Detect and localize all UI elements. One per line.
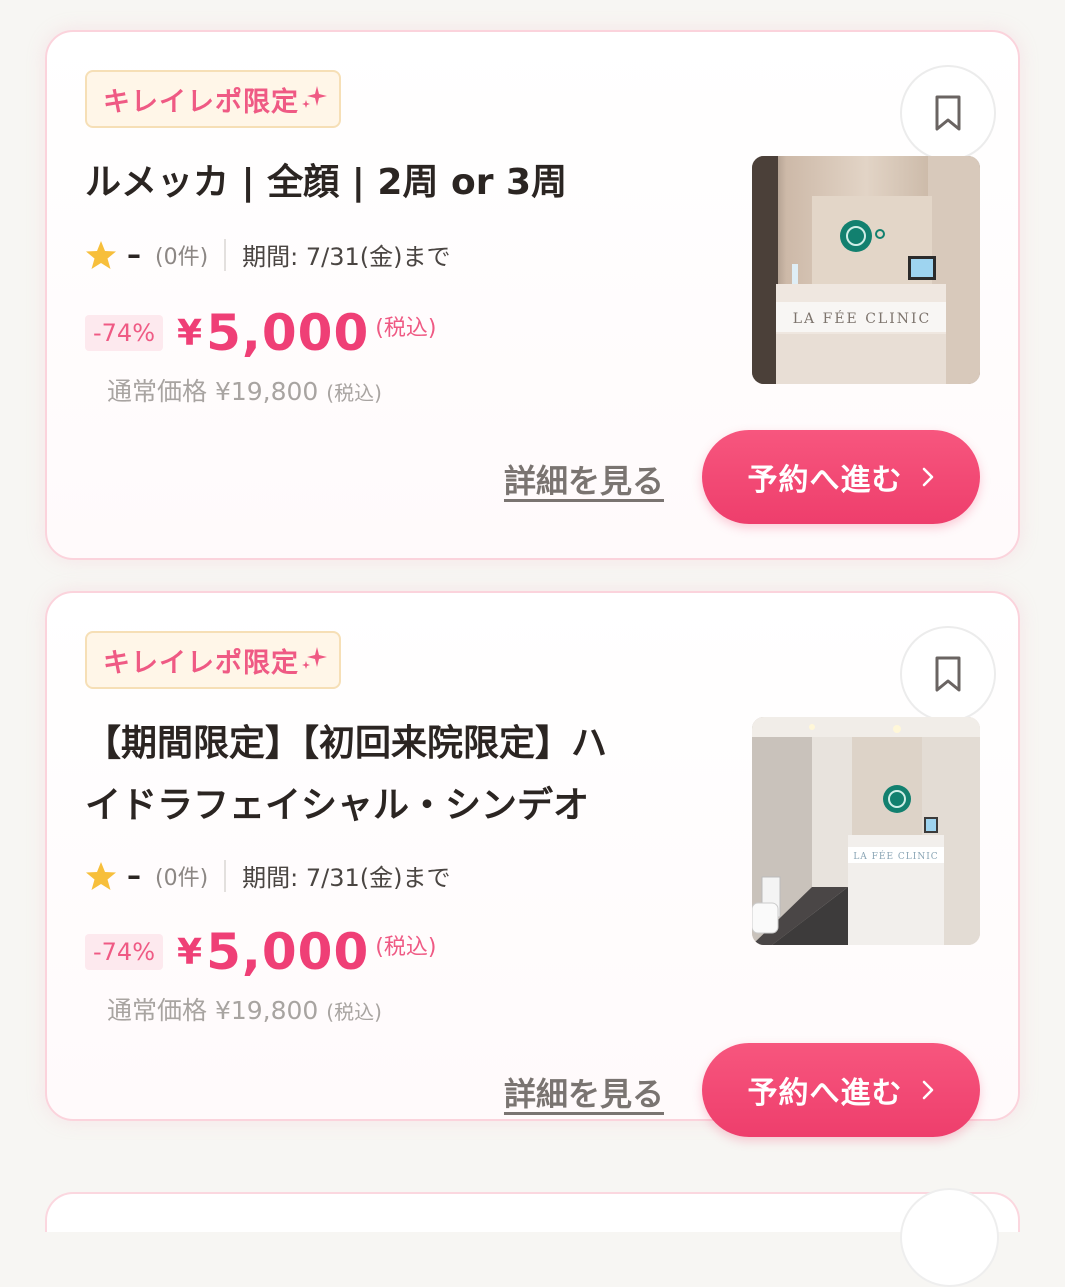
tax-label: (税込) — [375, 316, 437, 341]
bookmark-icon — [935, 95, 961, 131]
meta-row: – (0件) 期間: 7/31(金)まで — [85, 237, 451, 272]
discount-badge: -74% — [85, 315, 164, 351]
review-count: (0件) — [155, 865, 209, 891]
sale-price: 5,000 — [206, 304, 370, 362]
meta-row: – (0件) 期間: 7/31(金)まで — [85, 858, 451, 893]
badge-label: キレイレポ限定 — [103, 647, 299, 679]
regular-price: 通常価格 ¥19,800 (税込) — [107, 372, 382, 408]
title-line: ルメッカ | 全顔 | 2周 or 3周 — [85, 162, 568, 203]
badge-label: キレイレポ限定 — [103, 86, 299, 118]
divider — [224, 238, 227, 271]
star-icon — [86, 861, 116, 890]
next-bookmark-button-edge[interactable] — [900, 1188, 999, 1287]
title-line: 【期間限定】【初回来院限定】ハ — [85, 723, 608, 764]
plan-title[interactable]: ルメッカ | 全顔 | 2周 or 3周 — [85, 152, 705, 214]
photo-sign: LA FÉE CLINIC — [853, 850, 938, 862]
reserve-button[interactable]: 予約へ進む — [702, 430, 980, 524]
reserve-button-label: 予約へ進む — [747, 1076, 903, 1111]
regular-tax-label: (税込) — [326, 381, 382, 405]
currency-symbol: ¥ — [177, 931, 203, 973]
clinic-photo[interactable]: LA FÉE CLINIC — [752, 156, 980, 384]
sparkle-icon — [302, 86, 327, 108]
plan-title[interactable]: 【期間限定】【初回来院限定】ハ イドラフェイシャル・シンデオ — [85, 713, 705, 837]
next-card-edge — [45, 1192, 1020, 1232]
regular-price-label: 通常価格 ¥19,800 — [107, 377, 319, 406]
rating-value: – — [127, 859, 141, 892]
price-row: -74% ¥ 5,000 (税込) — [85, 923, 436, 981]
detail-link[interactable]: 詳細を見る — [504, 456, 664, 502]
chevron-right-icon — [922, 467, 933, 487]
currency-symbol: ¥ — [177, 312, 203, 354]
bookmark-button[interactable] — [900, 65, 996, 161]
reserve-button[interactable]: 予約へ進む — [702, 1043, 980, 1137]
price-row: -74% ¥ 5,000 (税込) — [85, 304, 436, 362]
reserve-button-label: 予約へ進む — [747, 463, 903, 498]
clinic-photo[interactable]: LA FÉE CLINIC — [752, 717, 980, 945]
limited-badge: キレイレポ限定 — [85, 631, 341, 689]
period: 期間: 7/31(金)まで — [242, 243, 451, 271]
photo-sign: LA FÉE CLINIC — [793, 309, 932, 327]
discount-badge: -74% — [85, 934, 164, 970]
sparkle-icon — [302, 647, 327, 669]
review-count: (0件) — [155, 244, 209, 270]
regular-price: 通常価格 ¥19,800 (税込) — [107, 991, 382, 1027]
limited-badge: キレイレポ限定 — [85, 70, 341, 128]
regular-price-label: 通常価格 ¥19,800 — [107, 996, 319, 1025]
title-line: イドラフェイシャル・シンデオ — [85, 785, 590, 826]
plan-card: キレイレポ限定 【期間限定】【初回来院限定】ハ イドラフェイシャル・シンデオ L… — [45, 591, 1020, 1137]
chevron-right-icon — [922, 1080, 933, 1100]
tax-label: (税込) — [375, 935, 437, 960]
regular-tax-label: (税込) — [326, 1000, 382, 1024]
plan-card: キレイレポ限定 ルメッカ | 全顔 | 2周 or 3周 LA FÉE CLIN… — [45, 30, 1020, 560]
star-icon — [86, 240, 116, 269]
bookmark-button[interactable] — [900, 626, 996, 722]
detail-link[interactable]: 詳細を見る — [504, 1069, 664, 1115]
rating-value: – — [127, 238, 141, 271]
period: 期間: 7/31(金)まで — [242, 864, 451, 892]
bookmark-icon — [935, 656, 961, 692]
sale-price: 5,000 — [206, 923, 370, 981]
divider — [224, 859, 227, 892]
